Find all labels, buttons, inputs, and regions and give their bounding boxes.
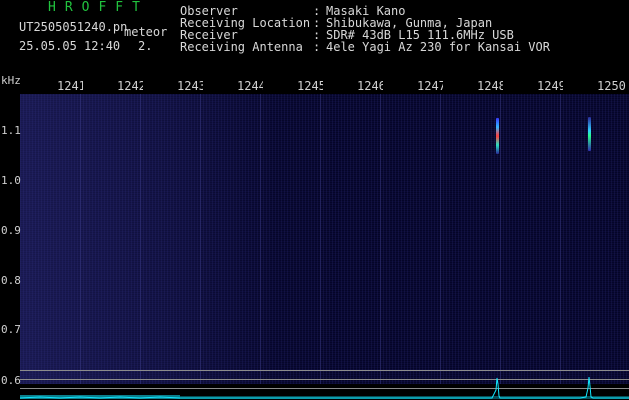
time-tick-label: 1241: [57, 80, 83, 92]
frequency-tick-label: 0.9: [1, 224, 21, 237]
time-tick-label: 1243: [177, 80, 203, 92]
app-title: HROFFT: [48, 0, 149, 15]
frequency-axis: 1.1 1.0 0.9 0.8 0.7 0.6: [0, 0, 21, 400]
time-tick-label: 1249: [537, 80, 563, 92]
time-tick-label: 1245: [297, 80, 323, 92]
time-gridline: [440, 94, 441, 384]
antenna-label: Receiving Antenna: [180, 40, 303, 54]
frequency-tick-label: 1.1: [1, 124, 21, 137]
time-gridline: [260, 94, 261, 384]
time-axis: 1241 1242 1243 1244 1245 1246 1247 1248 …: [0, 80, 629, 94]
time-tick-label: 1244: [237, 80, 263, 92]
time-tick-label: 1242: [117, 80, 143, 92]
time-gridline: [500, 94, 501, 384]
meteor-counter: 2.: [138, 39, 153, 53]
signal-noise-band: [180, 396, 629, 399]
frequency-tick-label: 0.8: [1, 274, 21, 287]
signal-noise-band: [20, 395, 180, 399]
station-info-separators: : : : :: [313, 5, 320, 53]
meteor-echo: [588, 117, 591, 151]
signal-trace-line: [19, 376, 629, 399]
mode-label: meteor: [124, 25, 168, 39]
station-info-values: Masaki Kano Shibukawa, Gunma, Japan SDR#…: [326, 5, 550, 53]
frequency-tick-label: 0.7: [1, 323, 21, 336]
time-gridline: [140, 94, 141, 384]
spectrogram: [20, 94, 629, 384]
info-separator: :: [313, 40, 321, 54]
frequency-tick-label: 1.0: [1, 174, 21, 187]
date-time: 25.05.05 12:40: [19, 39, 121, 53]
time-gridline: [320, 94, 321, 384]
station-info-labels: Observer Receiving Location Receiver Rec…: [180, 5, 310, 53]
time-gridline: [200, 94, 201, 384]
time-tick-label: 1248: [477, 80, 503, 92]
time-tick-label: 1246: [357, 80, 383, 92]
meteor-echo: [496, 118, 499, 154]
time-gridline: [560, 94, 561, 384]
signal-trace: [19, 376, 629, 399]
antenna-value: 4ele Yagi Az 230 for Kansai VOR: [326, 40, 550, 54]
hrofft-window: HROFFT UT2505051240.pn meteor 25.05.05 1…: [0, 0, 629, 400]
file-name: UT2505051240.pn: [19, 20, 128, 34]
time-tick-label: 1247: [417, 80, 443, 92]
time-tick-label: 1250: [597, 80, 626, 92]
time-gridline: [80, 94, 81, 384]
time-gridline: [380, 94, 381, 384]
